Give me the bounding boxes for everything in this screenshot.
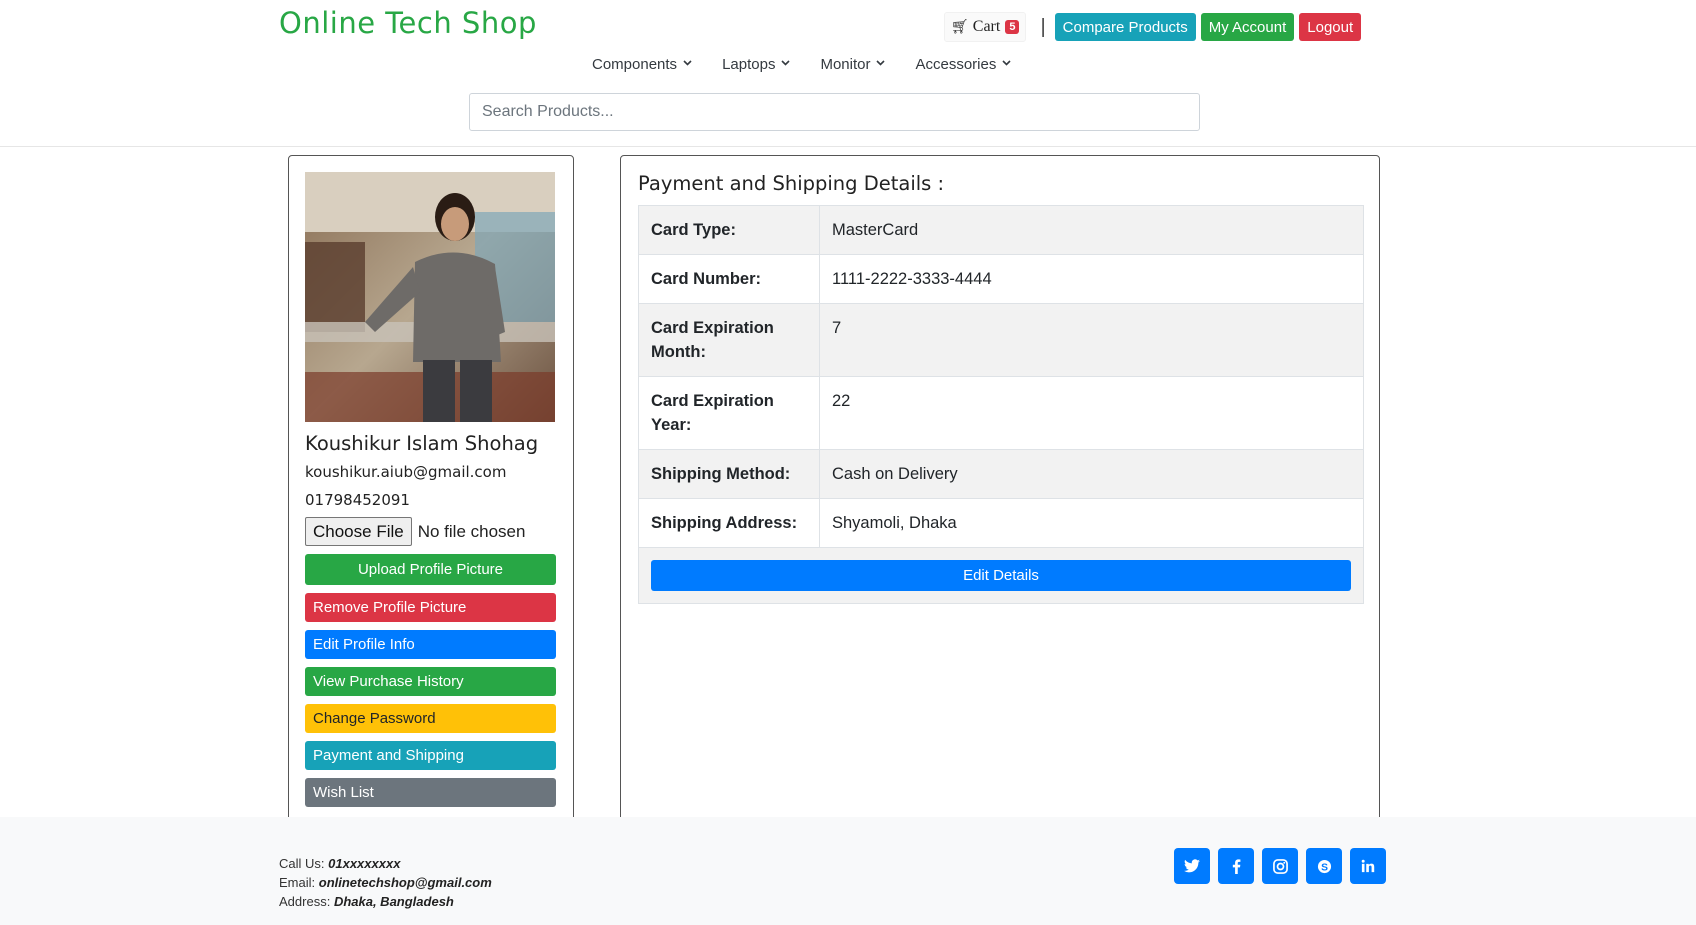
contact-address: Address: Dhaka, Bangladesh xyxy=(279,892,492,911)
profile-card: Koushikur Islam Shohag koushikur.aiub@gm… xyxy=(288,155,574,824)
svg-text:S: S xyxy=(1321,862,1328,873)
contact-email-value: onlinetechshop@gmail.com xyxy=(318,875,492,890)
row-label: Card Type: xyxy=(638,205,820,255)
details-title: Payment and Shipping Details : xyxy=(638,172,945,195)
nav-separator: | xyxy=(1040,15,1046,38)
payment-shipping-button[interactable]: Payment and Shipping xyxy=(305,741,556,770)
menu-item-laptops[interactable]: Laptops xyxy=(722,56,791,73)
edit-profile-info-button[interactable]: Edit Profile Info xyxy=(305,630,556,659)
my-account-button[interactable]: My Account xyxy=(1200,13,1295,41)
instagram-icon[interactable] xyxy=(1262,848,1298,884)
menu-item-label: Monitor xyxy=(820,56,871,73)
menu-item-accessories[interactable]: Accessories xyxy=(915,56,1011,73)
payment-details-card: Payment and Shipping Details : Card Type… xyxy=(620,155,1380,824)
table-actions-row: Edit Details xyxy=(638,547,1364,604)
contact-info: Call Us: 01xxxxxxxx Email: onlinetechsho… xyxy=(279,854,492,911)
table-row: Card Expiration Year: 22 xyxy=(638,376,1364,450)
profile-email: koushikur.aiub@gmail.com xyxy=(305,463,507,481)
chevron-down-icon xyxy=(781,58,791,69)
row-value: 7 xyxy=(819,303,1364,377)
upload-profile-picture-button[interactable]: Upload Profile Picture xyxy=(305,554,556,585)
row-label: Card Expiration Month: xyxy=(638,303,820,377)
profile-name: Koushikur Islam Shohag xyxy=(305,432,539,455)
table-row: Card Number: 1111-2222-3333-4444 xyxy=(638,254,1364,304)
menu-item-label: Components xyxy=(592,56,678,73)
menu-item-monitor[interactable]: Monitor xyxy=(820,56,886,73)
social-links: S xyxy=(1174,848,1394,884)
site-header: Online Tech Shop 🛒︎ Cart 5 | Compare Pro… xyxy=(0,0,1696,147)
file-status: No file chosen xyxy=(417,521,526,541)
menu-item-label: Accessories xyxy=(915,56,997,73)
file-picker: Choose File No file chosen xyxy=(305,517,525,546)
chevron-down-icon xyxy=(1002,58,1011,69)
contact-address-value: Dhaka, Bangladesh xyxy=(333,894,454,909)
contact-email-label: Email: xyxy=(279,875,316,890)
contact-phone-label: Call Us: xyxy=(279,856,325,871)
site-footer: Call Us: 01xxxxxxxx Email: onlinetechsho… xyxy=(0,817,1696,925)
wish-list-button[interactable]: Wish List xyxy=(305,778,556,807)
row-label: Card Number: xyxy=(638,254,820,304)
brand-logo[interactable]: Online Tech Shop xyxy=(279,6,537,40)
choose-file-button[interactable]: Choose File xyxy=(305,517,412,546)
skype-icon[interactable]: S xyxy=(1306,848,1342,884)
cart-label: Cart xyxy=(972,18,1001,35)
logout-button[interactable]: Logout xyxy=(1299,13,1362,41)
contact-phone: Call Us: 01xxxxxxxx xyxy=(279,854,492,873)
chevron-down-icon xyxy=(876,58,886,69)
table-row: Shipping Address: Shyamoli, Dhaka xyxy=(638,498,1364,548)
profile-phone: 01798452091 xyxy=(305,491,410,509)
search-input[interactable] xyxy=(469,93,1200,131)
row-value: Shyamoli, Dhaka xyxy=(819,498,1364,548)
profile-photo xyxy=(305,172,555,422)
row-value: 22 xyxy=(819,376,1364,450)
row-label: Shipping Address: xyxy=(638,498,820,548)
contact-email: Email: onlinetechshop@gmail.com xyxy=(279,873,492,892)
contact-phone-value: 01xxxxxxxx xyxy=(328,856,401,871)
row-label: Shipping Method: xyxy=(638,449,820,499)
category-menu: Components Laptops Monitor Accessories xyxy=(592,56,1041,73)
actions-cell: Edit Details xyxy=(638,547,1364,604)
row-value: MasterCard xyxy=(819,205,1364,255)
view-purchase-history-button[interactable]: View Purchase History xyxy=(305,667,556,696)
cart-count-badge: 5 xyxy=(1005,20,1020,34)
facebook-icon[interactable] xyxy=(1218,848,1254,884)
table-row: Shipping Method: Cash on Delivery xyxy=(638,449,1364,499)
change-password-button[interactable]: Change Password xyxy=(305,704,556,733)
cart-button[interactable]: 🛒︎ Cart 5 xyxy=(944,12,1027,42)
top-nav: 🛒︎ Cart 5 | Compare Products My Account … xyxy=(944,12,1366,42)
edit-details-button[interactable]: Edit Details xyxy=(651,560,1351,591)
table-row: Card Expiration Month: 7 xyxy=(638,303,1364,377)
menu-item-components[interactable]: Components xyxy=(592,56,692,73)
row-label: Card Expiration Year: xyxy=(638,376,820,450)
cart-icon: 🛒︎ xyxy=(951,19,969,35)
table-row: Card Type: MasterCard xyxy=(638,205,1364,255)
compare-products-button[interactable]: Compare Products xyxy=(1054,13,1196,41)
chevron-down-icon xyxy=(683,58,692,69)
remove-profile-picture-button[interactable]: Remove Profile Picture xyxy=(305,593,556,622)
row-value: 1111-2222-3333-4444 xyxy=(819,254,1364,304)
contact-address-label: Address: xyxy=(279,894,331,909)
linkedin-icon[interactable] xyxy=(1350,848,1386,884)
row-value: Cash on Delivery xyxy=(819,449,1364,499)
menu-item-label: Laptops xyxy=(722,56,776,73)
details-table: Card Type: MasterCard Card Number: 1111-… xyxy=(638,205,1364,604)
twitter-icon[interactable] xyxy=(1174,848,1210,884)
